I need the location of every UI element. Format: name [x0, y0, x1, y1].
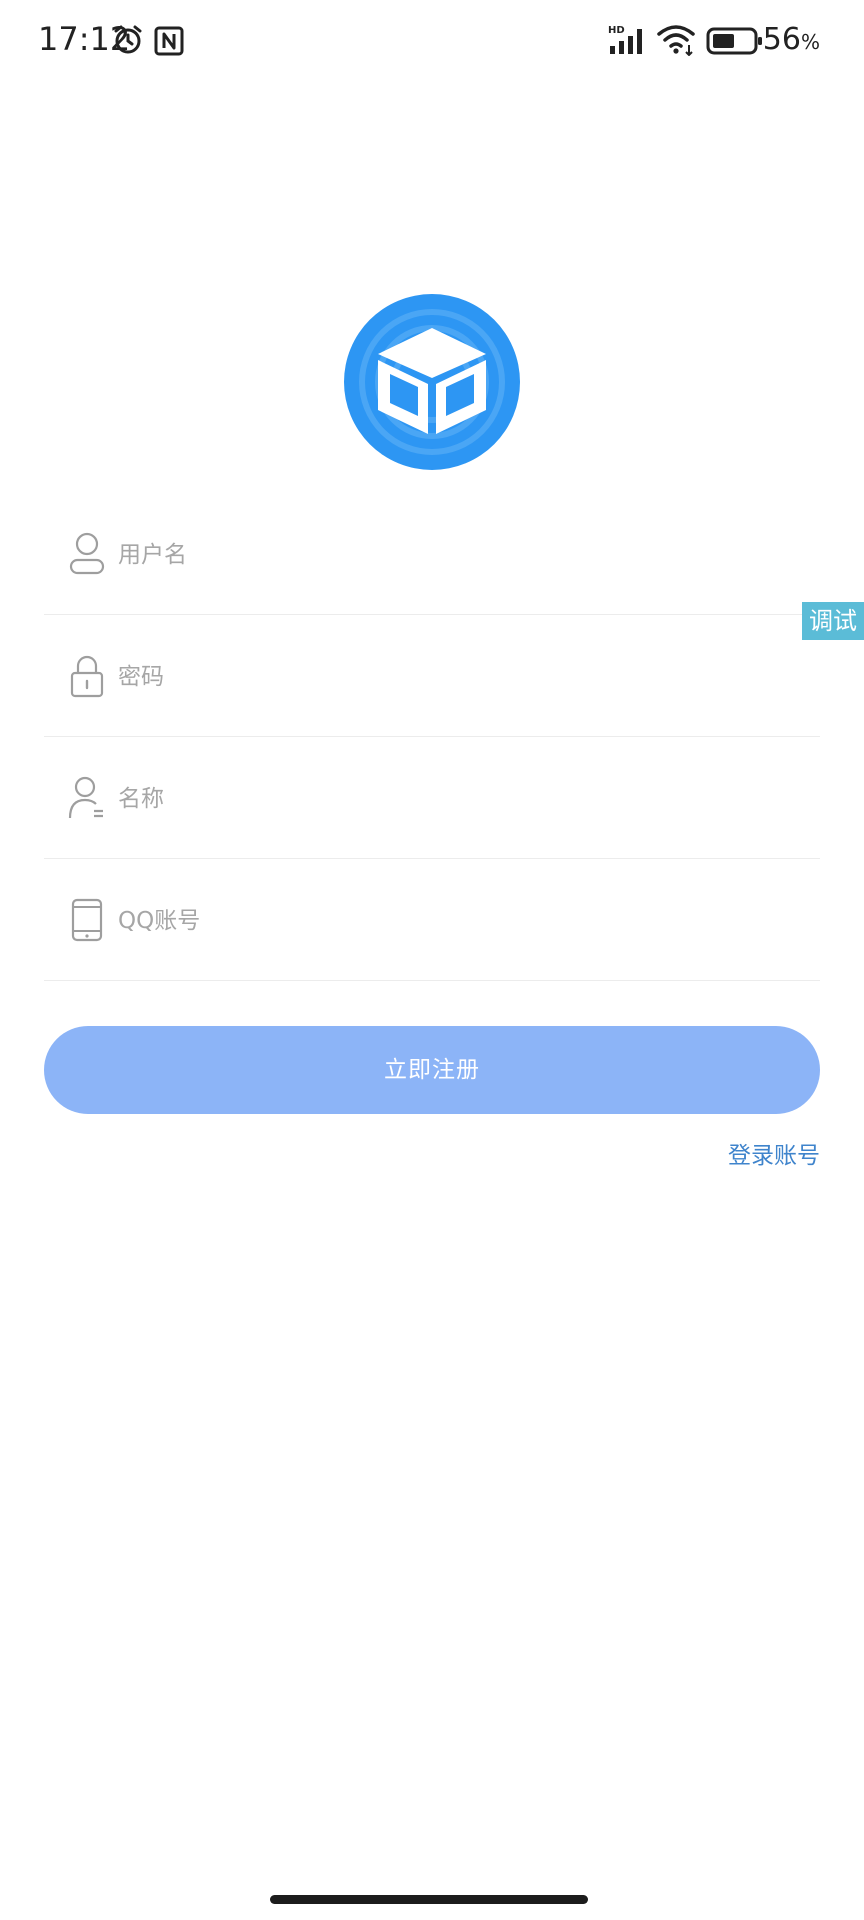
battery-icon: [706, 27, 762, 55]
nfc-icon: [154, 26, 184, 56]
user-card-icon: [68, 776, 103, 819]
register-button[interactable]: 立即注册: [44, 1026, 820, 1114]
username-row: [44, 494, 820, 615]
cube-logo-icon: [344, 294, 520, 470]
username-input[interactable]: [118, 532, 798, 578]
wifi-icon: [657, 25, 695, 56]
svg-text:HD: HD: [608, 25, 625, 36]
debug-tag[interactable]: 调试: [802, 602, 864, 640]
qq-input[interactable]: [118, 898, 798, 944]
password-input[interactable]: [118, 654, 798, 700]
nickname-input[interactable]: [118, 776, 798, 822]
qq-row: [44, 860, 820, 981]
lock-icon: [70, 655, 104, 698]
signal-icon: HD: [608, 25, 642, 54]
password-row: [44, 616, 820, 737]
alarm-icon: [114, 25, 142, 54]
battery-percent: 56%: [762, 22, 820, 57]
login-link[interactable]: 登录账号: [728, 1136, 820, 1170]
tablet-icon: [71, 898, 103, 942]
user-icon: [69, 532, 105, 575]
status-bar: 17:12 HD 56%: [0, 0, 864, 84]
nickname-row: [44, 738, 820, 859]
home-indicator[interactable]: [270, 1895, 588, 1904]
